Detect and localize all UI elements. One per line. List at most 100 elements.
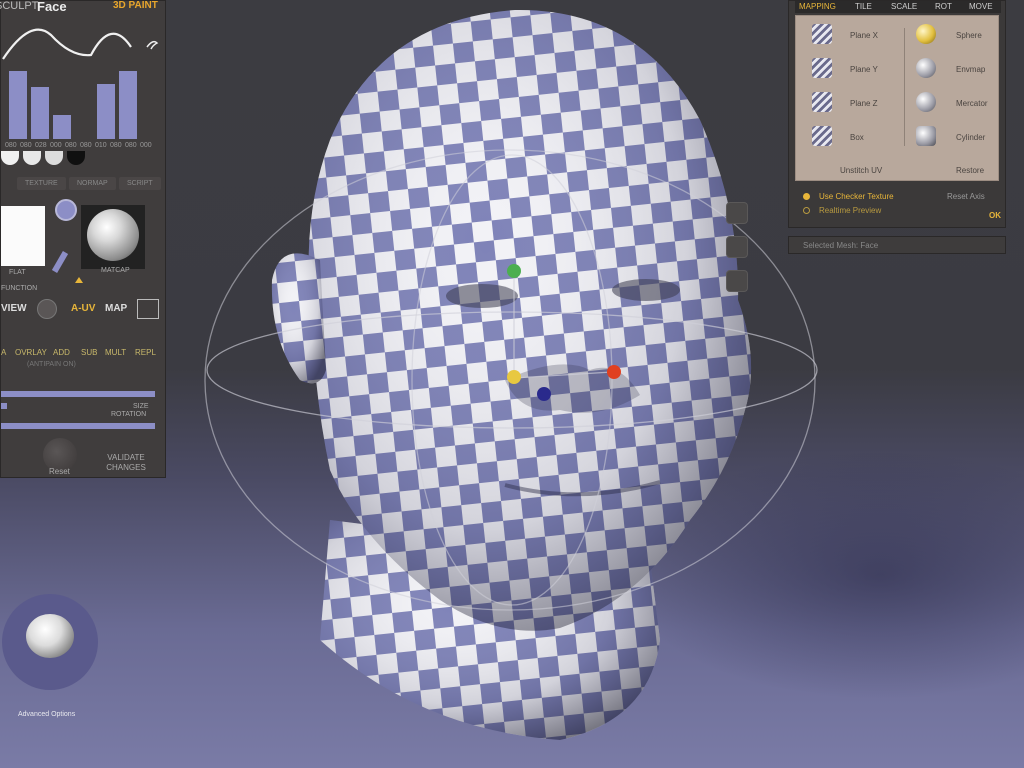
rotate-tool-icon[interactable] — [726, 236, 748, 258]
blend-mode-a[interactable]: A — [1, 348, 6, 357]
rotation-slider-label: ROTATION — [111, 411, 147, 418]
histogram-value-label: 080 — [80, 142, 92, 149]
swatch-white-3[interactable] — [45, 151, 63, 165]
histogram-bar[interactable] — [9, 71, 27, 139]
use-checker-texture-option[interactable]: Use Checker Texture — [819, 192, 894, 201]
gizmo-handle-center[interactable] — [507, 370, 521, 384]
mapping-cylinder[interactable]: Cylinder — [956, 133, 985, 142]
sculpt-title-fragment: SCULPT — [0, 0, 39, 12]
swatch-white-1[interactable] — [1, 151, 19, 165]
mapping-plane-x[interactable]: Plane X — [850, 31, 878, 40]
checker-radio[interactable] — [803, 193, 810, 200]
mapping-envmap[interactable]: Envmap — [956, 65, 985, 74]
map-button[interactable]: MAP — [105, 303, 127, 314]
histogram-value-label: 080 — [65, 142, 77, 149]
gizmo-handle-x[interactable] — [607, 365, 621, 379]
tab-scale[interactable]: SCALE — [891, 2, 917, 11]
swatch-black[interactable] — [67, 151, 85, 165]
mapping-tabs: MAPPING TILE SCALE ROT MOVE — [795, 1, 1001, 13]
cylinder-icon[interactable] — [916, 126, 936, 146]
move-tool-icon[interactable] — [726, 202, 748, 224]
mapping-mercator[interactable]: Mercator — [956, 99, 988, 108]
scale-tool-icon[interactable] — [726, 270, 748, 292]
swatch-white-2[interactable] — [23, 151, 41, 165]
matcap-preview[interactable] — [81, 205, 145, 269]
matcap-arrow-icon[interactable] — [75, 277, 83, 283]
histogram-value-label: 080 — [20, 142, 32, 149]
histogram-value-label: 080 — [5, 142, 17, 149]
histogram-value-label: 010 — [95, 142, 107, 149]
blend-hint: (ANTIPAIN ON) — [27, 361, 76, 368]
histogram-bar[interactable] — [31, 87, 49, 139]
validate-changes-button[interactable]: VALIDATE CHANGES — [103, 453, 149, 473]
ok-button[interactable]: OK — [989, 211, 1001, 220]
flat-swatch-label: FLAT — [9, 269, 26, 276]
color-picker-icon[interactable] — [55, 199, 77, 221]
blend-mode-mult[interactable]: MULT — [105, 348, 126, 357]
plane-z-icon[interactable] — [812, 92, 832, 112]
gizmo-handle-y[interactable] — [507, 264, 521, 278]
histogram-value-label: 028 — [35, 142, 47, 149]
reset-label[interactable]: Reset — [49, 467, 70, 476]
blend-mode-add[interactable]: ADD — [53, 348, 70, 357]
histogram-bar[interactable] — [97, 84, 115, 139]
tab-rot[interactable]: ROT — [935, 2, 952, 11]
histogram-bar[interactable] — [53, 115, 71, 139]
falloff-curve[interactable] — [1, 15, 167, 71]
auv-button[interactable]: A-UV — [71, 303, 95, 314]
size-slider-label: SIZE — [133, 403, 149, 410]
histogram-value-label: 080 — [110, 142, 122, 149]
tab-mapping[interactable]: MAPPING — [799, 2, 836, 11]
channel-tab-texture[interactable]: TEXTURE — [17, 177, 66, 190]
mapping-box[interactable]: Box — [850, 133, 864, 142]
histogram-value-label: 080 — [125, 142, 137, 149]
realtime-radio[interactable] — [803, 207, 810, 214]
section-label: FUNCTION — [1, 285, 38, 292]
strength-slider[interactable] — [1, 423, 155, 429]
advanced-options-label: Advanced Options — [18, 711, 76, 718]
uv-icon[interactable] — [37, 299, 57, 319]
histogram-value-label: 000 — [50, 142, 62, 149]
histogram-bar[interactable] — [119, 71, 137, 139]
uv-mapping-panel: MAPPING TILE SCALE ROT MOVE Plane X Plan… — [788, 0, 1006, 228]
model-left-eye — [446, 284, 518, 308]
advanced-options-button[interactable] — [2, 594, 98, 690]
channel-tab-normap[interactable]: NORMAP — [69, 177, 116, 190]
selected-mesh-bar: Selected Mesh: Face — [788, 236, 1006, 254]
matcap-sphere-icon — [87, 209, 139, 261]
restore-button[interactable]: Restore — [956, 166, 984, 175]
mapping-options: Plane X Plane Y Plane Z Box Sphere Envma… — [795, 15, 999, 181]
blend-mode-overlay[interactable]: OVRLAY — [15, 348, 47, 357]
view-button[interactable]: VIEW — [1, 303, 27, 314]
advanced-options-sphere-icon — [26, 614, 74, 658]
mercator-icon[interactable] — [916, 92, 936, 112]
realtime-preview-option[interactable]: Realtime Preview — [819, 206, 881, 215]
mode-label: 3D PAINT — [113, 0, 158, 11]
histogram-value-label: 000 — [140, 142, 152, 149]
unstitch-uv-button[interactable]: Unstitch UV — [840, 166, 882, 175]
selected-mesh-label: Selected Mesh: Face — [803, 241, 879, 250]
resize-icon[interactable] — [137, 299, 159, 319]
blend-mode-repl[interactable]: REPL — [135, 348, 156, 357]
gizmo-handle-z[interactable] — [537, 387, 551, 401]
eyedropper-icon[interactable] — [51, 250, 69, 274]
mapping-plane-y[interactable]: Plane Y — [850, 65, 878, 74]
reset-axis-button[interactable]: Reset Axis — [947, 192, 985, 201]
mapping-sphere[interactable]: Sphere — [956, 31, 982, 40]
mapping-divider — [904, 28, 905, 146]
blend-mode-sub[interactable]: SUB — [81, 348, 97, 357]
box-icon[interactable] — [812, 126, 832, 146]
plane-x-icon[interactable] — [812, 24, 832, 44]
tab-tile[interactable]: TILE — [855, 2, 872, 11]
model-right-eye — [612, 279, 680, 301]
envmap-icon[interactable] — [916, 58, 936, 78]
plane-y-icon[interactable] — [812, 58, 832, 78]
sphere-icon[interactable] — [916, 24, 936, 44]
tab-move[interactable]: MOVE — [969, 2, 993, 11]
channel-tab-script[interactable]: SCRIPT — [119, 177, 161, 190]
size-slider[interactable] — [1, 391, 155, 397]
falloff-histogram[interactable] — [1, 71, 151, 139]
mapping-plane-z[interactable]: Plane Z — [850, 99, 878, 108]
rotation-slider[interactable] — [1, 403, 7, 409]
flat-color-swatch[interactable] — [1, 206, 45, 266]
